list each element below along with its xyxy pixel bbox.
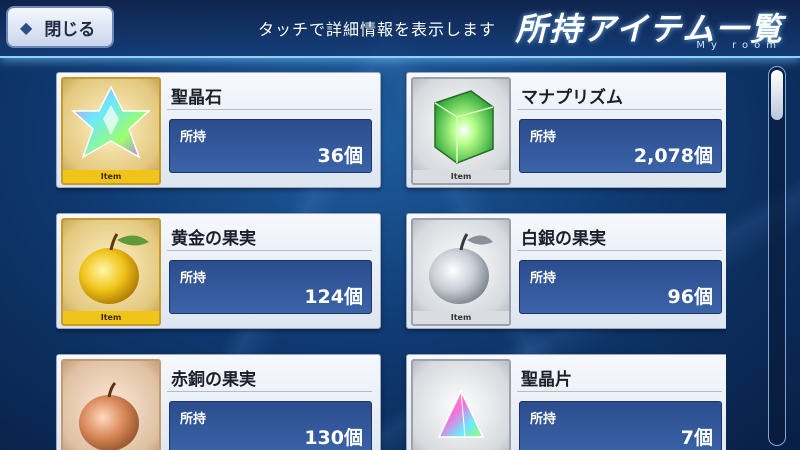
quantity-value: 7個 (680, 427, 713, 449)
item-card[interactable]: 聖晶片 所持 7個 (406, 354, 726, 450)
close-button[interactable]: ◆ 閉じる (6, 6, 114, 48)
item-name: 白銀の果実 (521, 229, 606, 249)
divider (167, 109, 372, 110)
item-card[interactable]: Item 聖晶石 所持 36個 (56, 72, 381, 188)
scrollbar[interactable] (768, 66, 786, 446)
divider (167, 391, 372, 392)
item-name: 聖晶石 (171, 88, 222, 108)
scrollbar-thumb[interactable] (771, 70, 783, 120)
quantity-value: 124個 (304, 286, 363, 308)
quantity-label: 所持 (180, 130, 207, 145)
quantity-label: 所持 (180, 412, 207, 427)
close-button-label: 閉じる (44, 19, 96, 40)
quantity-panel: 所持 2,078個 (519, 119, 722, 173)
quantity-value: 96個 (667, 286, 713, 308)
divider (167, 250, 372, 251)
quantity-value: 36個 (317, 145, 363, 167)
item-icon-frame (61, 359, 161, 450)
page-subtitle: My room (696, 40, 782, 51)
item-tag: Item (413, 311, 509, 324)
quartz-fragment-icon (437, 389, 485, 438)
item-tag: Item (413, 170, 509, 183)
quantity-label: 所持 (180, 271, 207, 286)
quantity-panel: 所持 130個 (169, 401, 372, 450)
item-list[interactable]: Item 聖晶石 所持 36個 Item マナプリズム 所持 2,078個 It… (56, 72, 726, 450)
quantity-panel: 所持 36個 (169, 119, 372, 173)
item-name: マナプリズム (521, 88, 623, 108)
item-tag: Item (63, 311, 159, 324)
quantity-value: 2,078個 (633, 145, 713, 167)
quantity-panel: 所持 7個 (519, 401, 722, 450)
item-name: 聖晶片 (521, 370, 572, 390)
item-icon-frame: Item (411, 218, 511, 326)
item-name: 赤銅の果実 (171, 370, 256, 390)
item-icon-frame: Item (61, 218, 161, 326)
chevron-left-icon: ◆ (20, 17, 33, 37)
item-tag: Item (63, 170, 159, 183)
bronze-apple-icon (79, 381, 139, 450)
mana-prism-icon (434, 90, 494, 164)
item-card[interactable]: Item 黄金の果実 所持 124個 (56, 213, 381, 329)
quantity-label: 所持 (530, 412, 557, 427)
silver-apple-icon (429, 233, 493, 304)
item-card[interactable]: Item 白銀の果実 所持 96個 (406, 213, 726, 329)
golden-apple-icon (79, 233, 149, 304)
item-card[interactable]: 赤銅の果実 所持 130個 (56, 354, 381, 450)
item-icon-frame: Item (61, 77, 161, 185)
item-icon-frame (411, 359, 511, 450)
item-name: 黄金の果実 (171, 229, 256, 249)
item-icon-frame: Item (411, 77, 511, 185)
divider (517, 109, 722, 110)
touch-hint: タッチで詳細情報を表示します (258, 20, 497, 39)
star-crystal-icon (71, 85, 151, 159)
header-bar: ◆ 閉じる タッチで詳細情報を表示します 所持アイテム一覧 My room (0, 0, 800, 58)
quantity-panel: 所持 96個 (519, 260, 722, 314)
divider (517, 250, 722, 251)
quantity-label: 所持 (530, 271, 557, 286)
quantity-panel: 所持 124個 (169, 260, 372, 314)
divider (517, 391, 722, 392)
item-card[interactable]: Item マナプリズム 所持 2,078個 (406, 72, 726, 188)
quantity-label: 所持 (530, 130, 557, 145)
quantity-value: 130個 (304, 427, 363, 449)
